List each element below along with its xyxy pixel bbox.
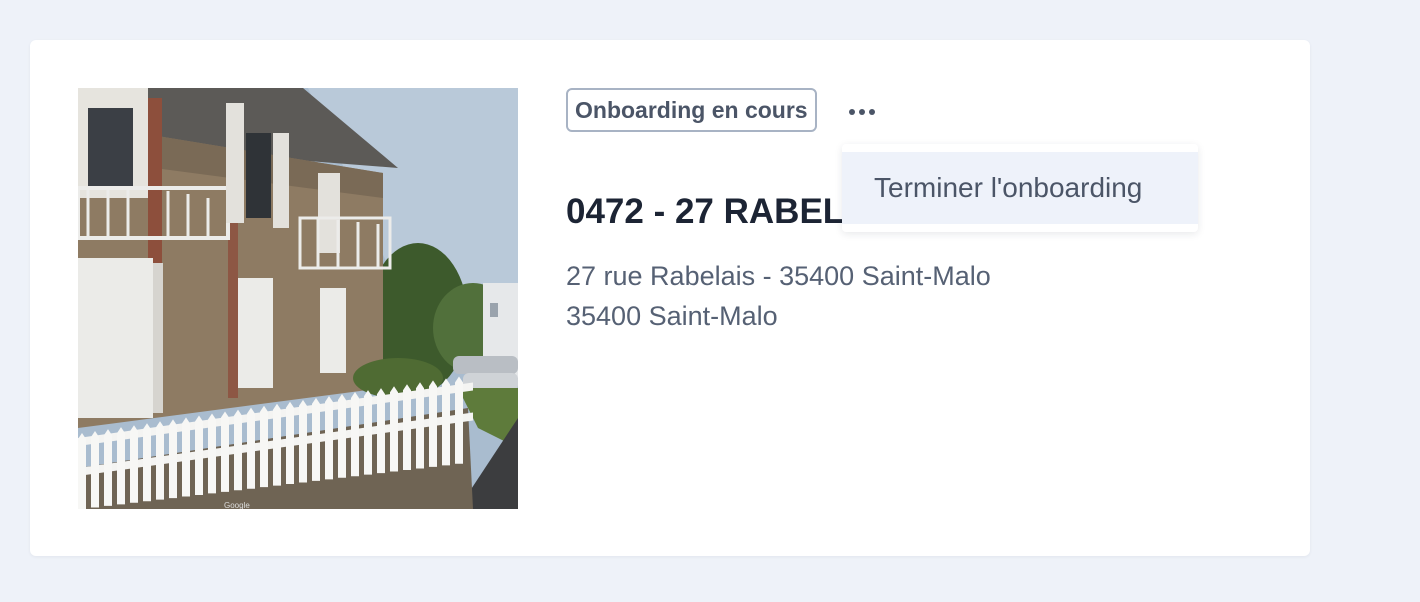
address-line-2: 35400 Saint-Malo <box>566 301 778 331</box>
address-line-1: 27 rue Rabelais - 35400 Saint-Malo <box>566 261 991 291</box>
property-card: Google Onboarding en cours 0472 - 27 RAB… <box>30 40 1310 556</box>
menu-item-terminer-onboarding[interactable]: Terminer l'onboarding <box>842 152 1198 224</box>
property-photo: Google <box>78 88 518 509</box>
more-actions-button[interactable] <box>838 96 886 128</box>
actions-dropdown-menu: Terminer l'onboarding <box>842 144 1198 232</box>
property-address: 27 rue Rabelais - 35400 Saint-Malo 35400… <box>566 256 991 336</box>
photo-attribution: Google <box>224 501 250 509</box>
more-horizontal-icon <box>847 109 877 115</box>
status-badge: Onboarding en cours <box>566 88 817 132</box>
